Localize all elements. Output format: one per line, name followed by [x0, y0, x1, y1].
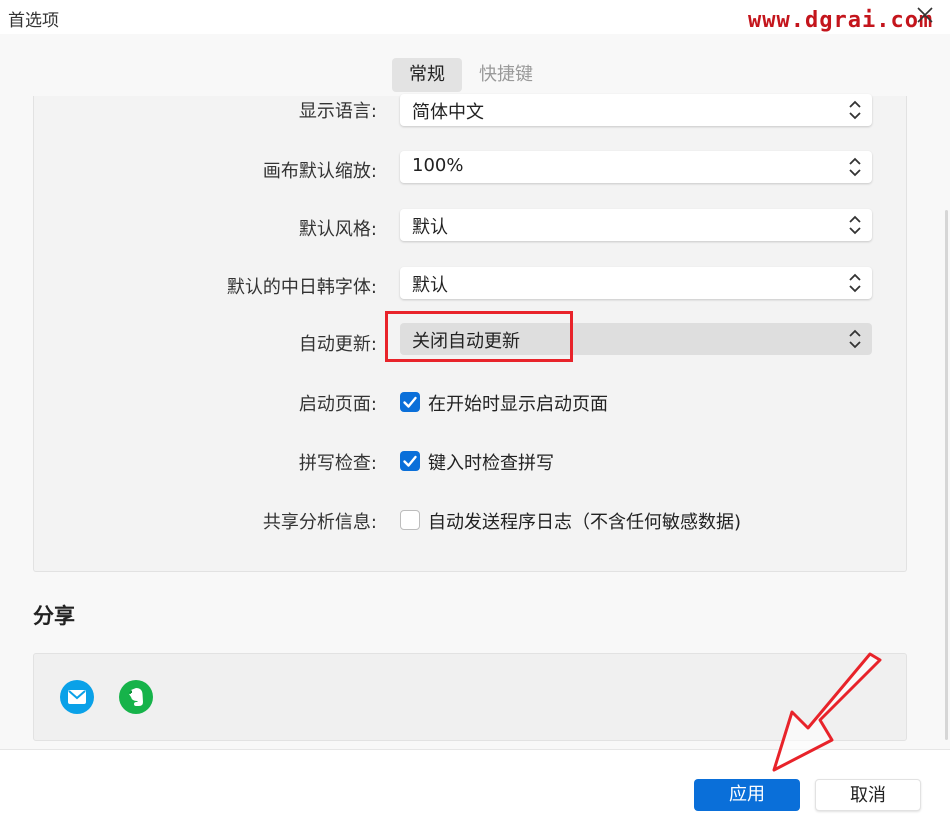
- style-label: 默认风格:: [298, 219, 377, 240]
- cjk-font-label: 默认的中日韩字体:: [226, 277, 377, 298]
- auto-update-label: 自动更新:: [298, 334, 377, 355]
- checkmark-icon: [403, 396, 417, 408]
- spell-check-text: 键入时检查拼写: [428, 453, 554, 474]
- tab-shortcuts[interactable]: 快捷键: [462, 58, 550, 92]
- startup-page-label: 启动页面:: [298, 394, 377, 415]
- zoom-select[interactable]: 100%: [400, 151, 872, 183]
- close-button[interactable]: [912, 2, 938, 28]
- language-value: 简体中文: [412, 102, 484, 123]
- cjk-font-value: 默认: [412, 275, 448, 296]
- share-panel: [33, 653, 907, 741]
- chevron-updown-icon: [849, 157, 861, 177]
- language-select[interactable]: 简体中文: [400, 94, 872, 126]
- window-title: 首选项: [8, 11, 59, 31]
- share-evernote-button[interactable]: [119, 680, 153, 714]
- auto-update-select[interactable]: 关闭自动更新: [400, 323, 872, 355]
- chevron-updown-icon: [849, 215, 861, 235]
- chevron-updown-icon: [849, 273, 861, 293]
- scrollbar[interactable]: [945, 210, 948, 740]
- spell-check-checkbox[interactable]: [400, 451, 420, 471]
- close-icon: [917, 7, 933, 23]
- dialog-footer: 应用 取消: [0, 749, 950, 822]
- title-bar: 首选项 www.dgrai.com: [0, 0, 950, 34]
- share-section-title: 分享: [33, 604, 75, 628]
- style-select[interactable]: 默认: [400, 209, 872, 241]
- zoom-value: 100%: [412, 155, 464, 176]
- style-value: 默认: [412, 217, 448, 238]
- tab-bar: 常规 快捷键: [392, 58, 550, 92]
- share-mail-button[interactable]: [60, 680, 94, 714]
- chevron-updown-icon: [849, 100, 861, 120]
- auto-update-value: 关闭自动更新: [412, 331, 520, 352]
- apply-button[interactable]: 应用: [694, 779, 800, 811]
- cancel-button[interactable]: 取消: [815, 779, 921, 811]
- zoom-label: 画布默认缩放:: [262, 161, 377, 182]
- language-label: 显示语言:: [298, 101, 377, 122]
- startup-page-checkbox[interactable]: [400, 392, 420, 412]
- analytics-label: 共享分析信息:: [262, 512, 377, 533]
- checkmark-icon: [403, 455, 417, 467]
- chevron-updown-icon: [849, 329, 861, 349]
- analytics-checkbox[interactable]: [400, 510, 420, 530]
- watermark: www.dgrai.com: [748, 8, 934, 33]
- spell-check-label: 拼写检查:: [298, 453, 377, 474]
- tab-general[interactable]: 常规: [392, 58, 462, 92]
- startup-page-text: 在开始时显示启动页面: [428, 394, 608, 415]
- mail-icon: [68, 690, 86, 704]
- evernote-icon: [129, 688, 143, 706]
- cjk-font-select[interactable]: 默认: [400, 267, 872, 299]
- analytics-text: 自动发送程序日志（不含任何敏感数据): [428, 512, 742, 533]
